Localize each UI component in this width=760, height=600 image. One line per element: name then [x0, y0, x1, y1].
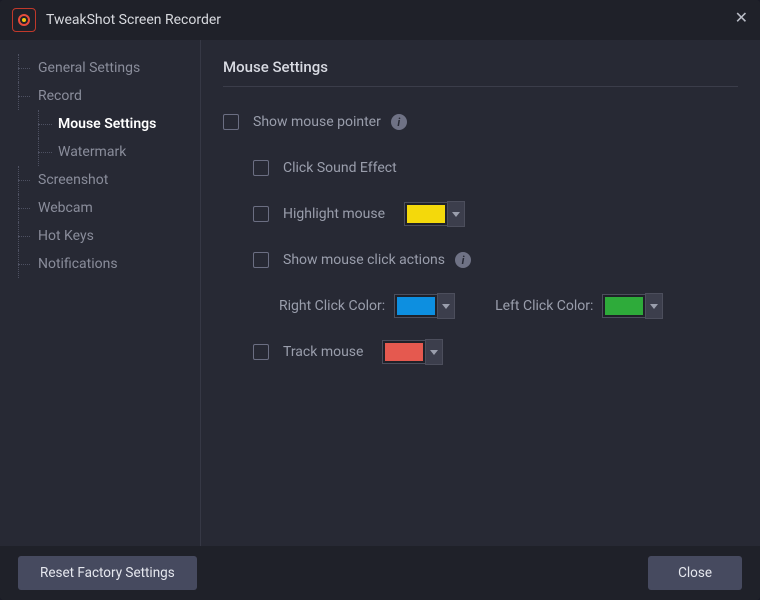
close-button[interactable]: Close: [648, 556, 742, 590]
title-bar: TweakShot Screen Recorder ✕: [0, 0, 760, 40]
label-highlight-mouse: Highlight mouse: [283, 206, 385, 222]
checkbox-highlight-mouse[interactable]: [253, 206, 269, 222]
chevron-down-icon[interactable]: [437, 293, 455, 319]
row-click-sound: Click Sound Effect: [223, 155, 738, 181]
sidebar-item-hot-keys[interactable]: Hot Keys: [18, 222, 192, 250]
divider: [223, 86, 738, 87]
color-picker-track[interactable]: [383, 339, 443, 365]
main-panel: Mouse Settings Show mouse pointer i Clic…: [200, 40, 760, 546]
body: General Settings Record Mouse Settings W…: [0, 40, 760, 546]
row-show-pointer: Show mouse pointer i: [223, 109, 738, 135]
color-picker-left-click[interactable]: [603, 293, 663, 319]
swatch-track: [383, 341, 425, 363]
row-track-mouse: Track mouse: [223, 339, 738, 365]
label-track-mouse: Track mouse: [283, 344, 363, 360]
sidebar-item-mouse-settings[interactable]: Mouse Settings: [18, 110, 192, 138]
chevron-down-icon[interactable]: [645, 293, 663, 319]
color-picker-highlight[interactable]: [405, 201, 465, 227]
sidebar-item-webcam[interactable]: Webcam: [18, 194, 192, 222]
info-icon[interactable]: i: [455, 252, 471, 268]
info-icon[interactable]: i: [391, 114, 407, 130]
row-highlight-mouse: Highlight mouse: [223, 201, 738, 227]
sidebar-item-watermark[interactable]: Watermark: [18, 138, 192, 166]
color-picker-right-click[interactable]: [395, 293, 455, 319]
sidebar-item-record[interactable]: Record: [18, 82, 192, 110]
label-click-sound: Click Sound Effect: [283, 160, 397, 176]
close-icon[interactable]: ✕: [735, 10, 748, 26]
settings-window: TweakShot Screen Recorder ✕ General Sett…: [0, 0, 760, 600]
group-right-click: Right Click Color:: [279, 293, 455, 319]
label-show-click-actions: Show mouse click actions: [283, 252, 445, 268]
chevron-down-icon[interactable]: [447, 201, 465, 227]
checkbox-track-mouse[interactable]: [253, 344, 269, 360]
app-title: TweakShot Screen Recorder: [46, 12, 221, 28]
app-logo-icon: [12, 8, 36, 32]
sidebar: General Settings Record Mouse Settings W…: [0, 40, 200, 546]
sidebar-item-general-settings[interactable]: General Settings: [18, 54, 192, 82]
swatch-left-click: [603, 295, 645, 317]
label-show-pointer: Show mouse pointer: [253, 114, 381, 130]
chevron-down-icon[interactable]: [425, 339, 443, 365]
swatch-highlight: [405, 203, 447, 225]
label-left-click-color: Left Click Color:: [495, 298, 593, 314]
row-show-click-actions: Show mouse click actions i: [223, 247, 738, 273]
swatch-right-click: [395, 295, 437, 317]
group-left-click: Left Click Color:: [495, 293, 663, 319]
checkbox-show-click-actions[interactable]: [253, 252, 269, 268]
checkbox-click-sound[interactable]: [253, 160, 269, 176]
panel-heading: Mouse Settings: [223, 58, 738, 76]
checkbox-show-pointer[interactable]: [223, 114, 239, 130]
sidebar-item-screenshot[interactable]: Screenshot: [18, 166, 192, 194]
footer: Reset Factory Settings Close: [0, 546, 760, 600]
reset-factory-settings-button[interactable]: Reset Factory Settings: [18, 556, 197, 590]
row-click-colors: Right Click Color: Left Click Color:: [223, 293, 738, 319]
label-right-click-color: Right Click Color:: [279, 298, 385, 314]
sidebar-item-notifications[interactable]: Notifications: [18, 250, 192, 278]
